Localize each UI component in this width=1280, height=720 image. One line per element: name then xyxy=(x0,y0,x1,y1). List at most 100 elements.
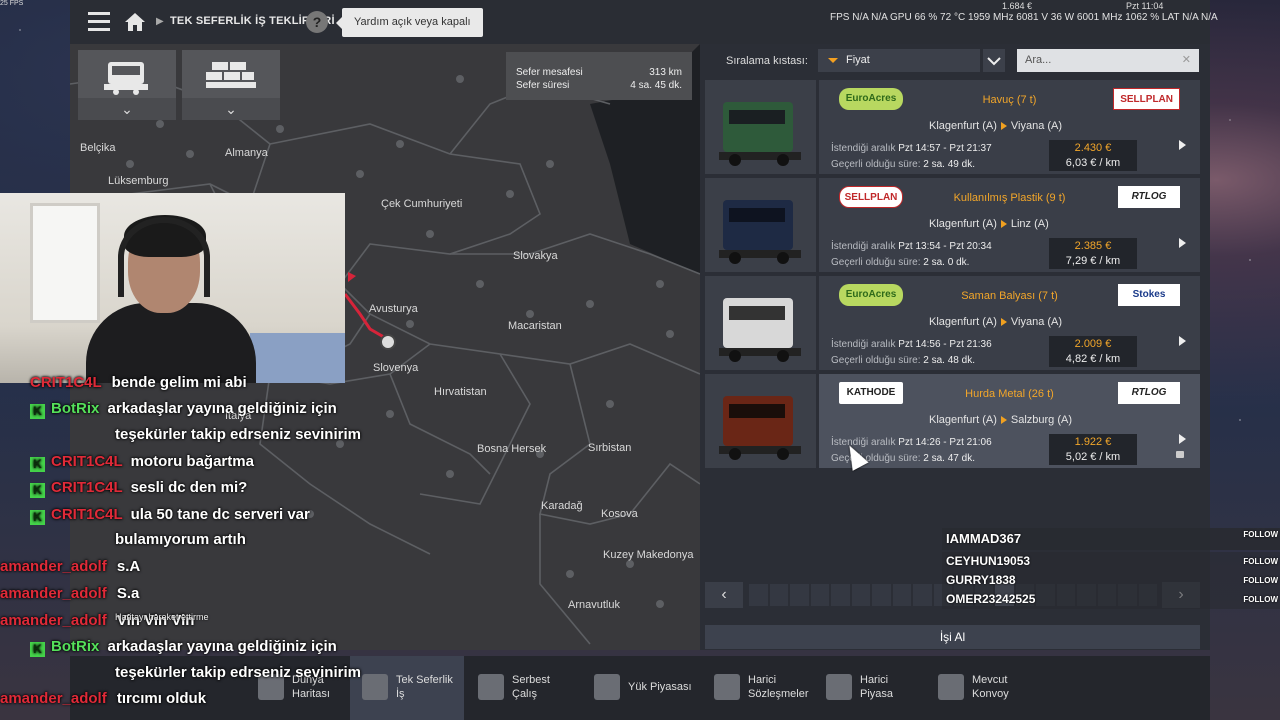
globe-icon xyxy=(714,674,740,700)
chevron-right-icon[interactable] xyxy=(1179,238,1186,248)
job-window: İstendiği aralık Pzt 14:56 - Pzt 21:36 xyxy=(831,339,992,350)
nav-cargo-market[interactable]: Yük Piyasası xyxy=(582,656,700,720)
chevron-down-icon xyxy=(987,57,1001,66)
route-start-marker xyxy=(380,334,396,350)
duration-value: 4 sa. 45 dk. xyxy=(630,80,682,91)
follower-entry: OMER23242525 FOLLOW xyxy=(942,590,1280,609)
company-logo: SELLPLAN xyxy=(1113,88,1180,110)
follower-entry: CEYHUN19053 FOLLOW xyxy=(942,552,1280,571)
truck-filter-button[interactable] xyxy=(78,50,176,98)
globe-icon xyxy=(826,674,852,700)
truck-image xyxy=(705,374,816,468)
crate-icon xyxy=(594,674,620,700)
kick-badge-icon: K xyxy=(30,642,45,657)
home-icon[interactable] xyxy=(124,12,146,32)
job-window: İstendiği aralık Pzt 13:54 - Pzt 20:34 xyxy=(831,241,992,252)
job-row-selected[interactable]: KATHODE Hurda Metal (26 t) RTLOG Klagenf… xyxy=(705,374,1200,468)
chevron-right-icon[interactable] xyxy=(1179,434,1186,444)
job-route: Klagenfurt (A) Salzburg (A) xyxy=(929,414,1073,426)
map-label: Belçika xyxy=(80,142,116,154)
map-label: Avusturya xyxy=(369,303,418,315)
convoy-icon xyxy=(938,674,964,700)
nav-external-contracts[interactable]: Harici Sözleşmeler xyxy=(702,656,816,720)
boxes-icon xyxy=(478,674,504,700)
help-tooltip: Yardım açık veya kapalı xyxy=(336,8,483,37)
game-time: Pzt 11:04 xyxy=(1126,1,1164,11)
price-box: 2.385 €7,29 € / km xyxy=(1049,238,1137,269)
map-label: Slovakya xyxy=(513,250,558,262)
sort-label: Sıralama kıstası: xyxy=(726,55,808,67)
map-label: Sırbistan xyxy=(588,442,632,454)
chat-message: amander_adolf tırcımı olduk xyxy=(0,690,207,707)
map-label: Hırvatistan xyxy=(434,386,487,398)
follower-entry: IAMMAD367 FOLLOW xyxy=(942,528,1280,550)
map-label: Lüksemburg xyxy=(108,175,169,187)
map-label: Çek Cumhuriyeti xyxy=(381,198,463,210)
search-input[interactable]: Ara... ✕ xyxy=(1017,49,1199,72)
job-card[interactable]: KATHODE Hurda Metal (26 t) RTLOG Klagenf… xyxy=(819,374,1200,468)
job-validity: Geçerli olduğu süre: 2 sa. 49 dk. xyxy=(831,159,975,170)
map-label: Kuzey Makedonya xyxy=(603,549,694,561)
kick-badge-icon: K xyxy=(30,483,45,498)
job-route: Klagenfurt (A) Viyana (A) xyxy=(929,316,1063,328)
take-job-button[interactable]: İşi Al xyxy=(705,625,1200,649)
chat-message: K BotRix arkadaşlar yayına geldiğiniz içi… xyxy=(0,400,337,419)
map-label: Almanya xyxy=(225,147,268,159)
chat-message-continued: teşekürler takip edrseniz sevinirim xyxy=(115,426,361,443)
kick-badge-icon: K xyxy=(30,457,45,472)
chevron-left-icon[interactable]: ‹ xyxy=(705,582,743,608)
trailer-filter-button[interactable] xyxy=(182,50,280,98)
nav-convoy[interactable]: Mevcut Konvoy xyxy=(926,656,1046,720)
nav-single-job[interactable]: Tek Seferlik İş xyxy=(350,656,464,720)
menu-icon[interactable] xyxy=(88,12,110,32)
webcam-overlay xyxy=(0,193,345,383)
map-label: Kosova xyxy=(601,508,638,520)
map-label: Karadağ xyxy=(541,500,583,512)
job-card[interactable]: EuroAcres Havuç (7 t) SELLPLAN Klagenfur… xyxy=(819,80,1200,174)
job-validity: Geçerli olduğu süre: 2 sa. 0 dk. xyxy=(831,257,970,268)
job-row[interactable]: SELLPLAN Kullanılmış Plastik (9 t) RTLOG… xyxy=(705,178,1200,272)
chat-message: amander_adolf S.a xyxy=(0,585,140,602)
clear-icon[interactable]: ✕ xyxy=(1182,49,1191,72)
chevron-right-icon[interactable] xyxy=(1179,140,1186,150)
chat-message: amander_adolf s.A xyxy=(0,558,141,575)
company-logo: RTLOG xyxy=(1118,186,1180,208)
chevron-down-icon[interactable]: ⌄ xyxy=(78,98,176,120)
chevron-right-icon[interactable] xyxy=(1179,336,1186,346)
map-label: Arnavutluk xyxy=(568,599,620,611)
top-bar: ▶ TEK SEFERLİK İŞ TEKLİFLERİ ? Yardım aç… xyxy=(70,0,1218,44)
chat-message: K CRIT1C4L motoru bağartma xyxy=(0,453,254,472)
map-label: Slovenya xyxy=(373,362,419,374)
job-route: Klagenfurt (A) Viyana (A) xyxy=(929,120,1063,132)
job-card[interactable]: EuroAcres Saman Balyası (7 t) Stokes Kla… xyxy=(819,276,1200,370)
truck-image xyxy=(705,276,816,370)
sort-select[interactable]: Fiyat xyxy=(818,49,980,72)
help-button[interactable]: ? xyxy=(306,11,328,33)
sort-dropdown-button[interactable] xyxy=(983,49,1005,72)
chat-message: K CRIT1C4L sesli dc den mi? xyxy=(0,479,247,498)
lock-icon xyxy=(1176,451,1184,458)
job-card[interactable]: SELLPLAN Kullanılmış Plastik (9 t) RTLOG… xyxy=(819,178,1200,272)
price-box: 1.922 €5,02 € / km xyxy=(1049,434,1137,465)
money-display: 1.684 € xyxy=(1002,1,1033,11)
performance-overlay: FPS N/A N/A GPU 66 % 72 °C 1959 MHz 6081… xyxy=(830,12,1218,23)
chevron-down-icon[interactable]: ⌄ xyxy=(182,98,280,120)
chat-message-continued: bulamıyorum artıh xyxy=(115,531,246,548)
job-row[interactable]: EuroAcres Saman Balyası (7 t) Stokes Kla… xyxy=(705,276,1200,370)
job-validity: Geçerli olduğu süre: 2 sa. 48 dk. xyxy=(831,355,975,366)
kick-badge-icon: K xyxy=(30,510,45,525)
nav-external-market[interactable]: Harici Piyasa xyxy=(814,656,924,720)
room-bed xyxy=(250,333,345,383)
nav-freelance[interactable]: Serbest Çalış xyxy=(466,656,578,720)
job-row[interactable]: EuroAcres Havuç (7 t) SELLPLAN Klagenfur… xyxy=(705,80,1200,174)
truck-image xyxy=(705,80,816,174)
company-logo: RTLOG xyxy=(1118,382,1180,404)
map-label: Bosna Hersek xyxy=(477,443,547,455)
breadcrumb-separator-icon: ▶ xyxy=(156,16,164,27)
map-move-hint: Haritayı hareket ettirme xyxy=(115,612,209,622)
distance-value: 313 km xyxy=(649,67,682,78)
price-box: 2.009 €4,82 € / km xyxy=(1049,336,1137,367)
price-box: 2.430 €6,03 € / km xyxy=(1049,140,1137,171)
cargo-icon xyxy=(206,62,256,88)
fps-counter: 25 FPS xyxy=(0,0,24,7)
